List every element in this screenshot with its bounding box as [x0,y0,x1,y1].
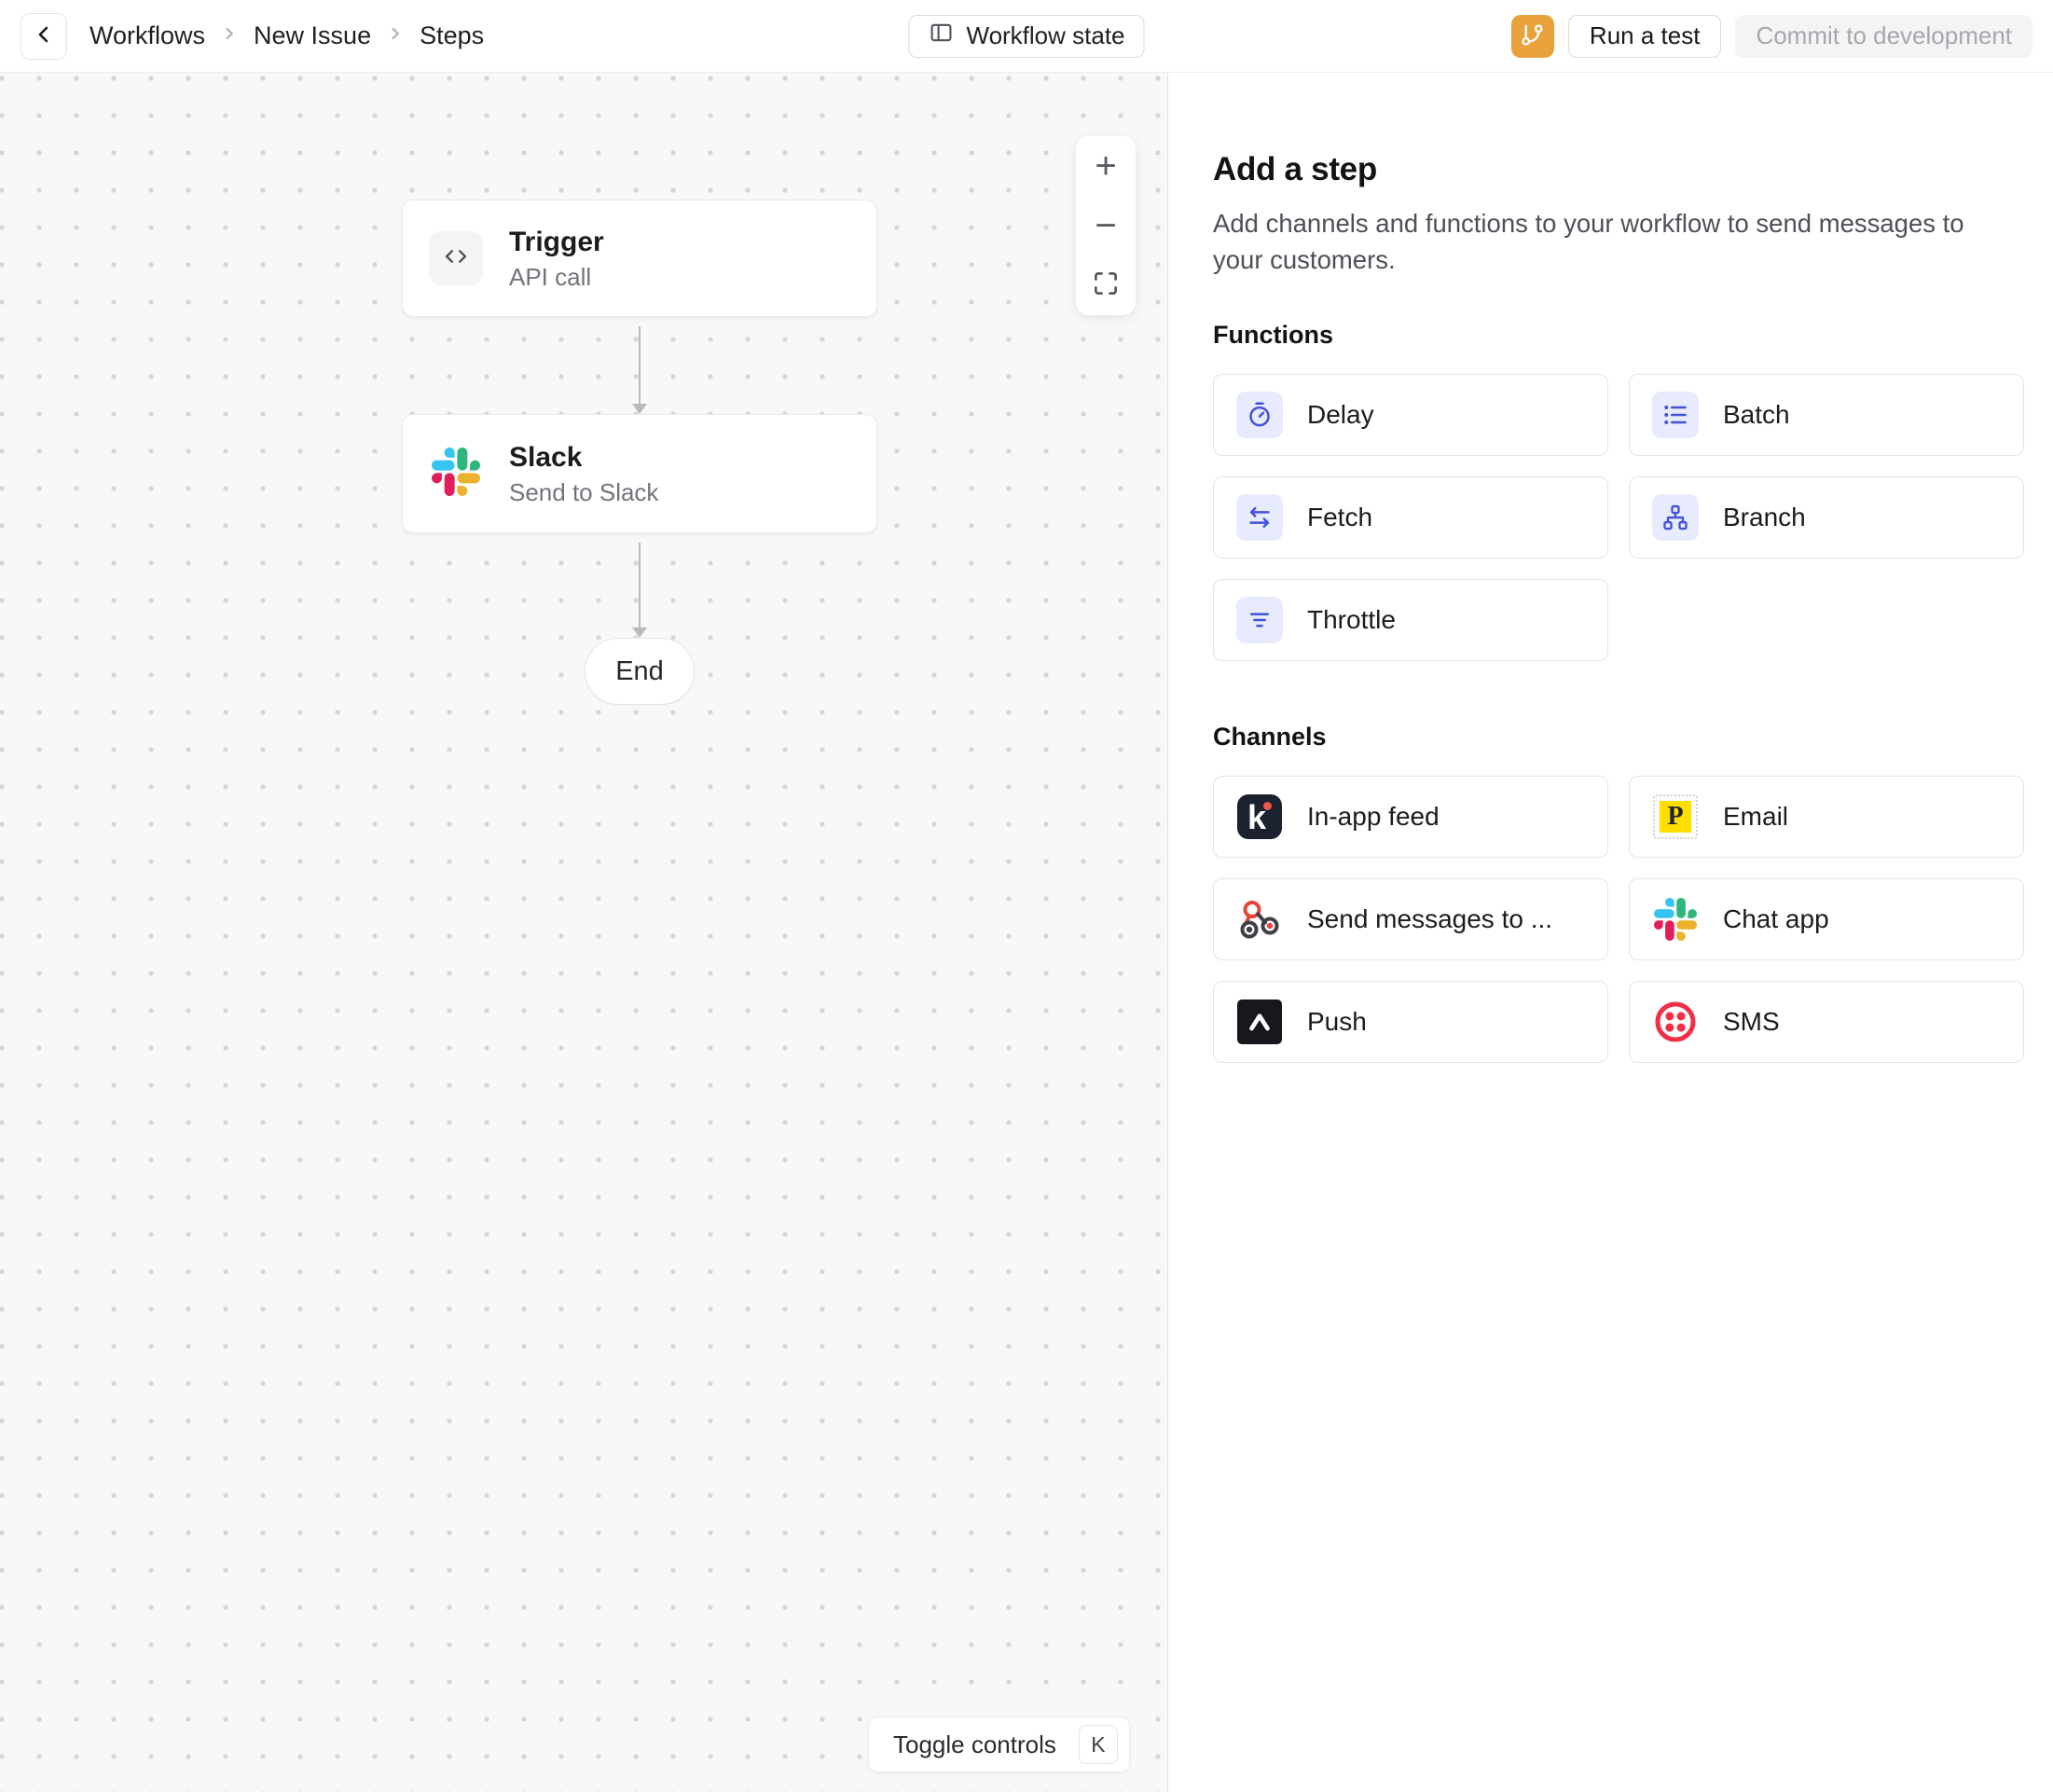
fit-view-button[interactable] [1076,255,1136,315]
breadcrumb-new-issue[interactable]: New Issue [254,21,371,50]
node-subtitle: API call [509,262,604,293]
workflow-state-label: Workflow state [966,21,1124,50]
function-card-delay[interactable]: Delay [1213,374,1608,456]
workflow-canvas[interactable]: Trigger API call Slack Send to Slack End [0,73,1168,1792]
function-card-label: Fetch [1307,503,1372,532]
channel-card-chat-app[interactable]: Chat app [1629,878,2024,960]
commit-to-development-button[interactable]: Commit to development [1735,15,2032,58]
slack-icon [1652,896,1699,943]
channels-heading: Channels [1213,723,2024,751]
channels-grid: k In-app feed P Email Send messages to .… [1213,776,2024,1063]
workflow-state-button[interactable]: Workflow state [908,15,1144,58]
function-card-label: Branch [1723,503,1806,532]
add-step-panel: Add a step Add channels and functions to… [1168,73,2053,1792]
version-control-button[interactable] [1511,15,1554,58]
channel-card-send-messages[interactable]: Send messages to ... [1213,878,1608,960]
function-card-label: Batch [1723,400,1790,430]
node-title: Slack [509,440,658,476]
stopwatch-icon [1236,392,1283,438]
fit-view-icon [1092,267,1120,304]
top-bar-actions: Run a test Commit to development [1511,15,2032,58]
chevron-right-icon [219,21,240,50]
function-card-branch[interactable]: Branch [1629,476,2024,558]
functions-heading: Functions [1213,321,2024,350]
breadcrumb-steps[interactable]: Steps [420,21,484,50]
main-area: Trigger API call Slack Send to Slack End [0,73,2053,1792]
filter-lines-icon [1236,597,1283,643]
panel-description: Add channels and functions to your workf… [1213,205,2001,278]
slack-node-text: Slack Send to Slack [509,440,658,508]
twilio-icon [1652,999,1699,1045]
node-subtitle: Send to Slack [509,477,658,508]
connector-arrow [639,543,641,628]
toggle-controls-label: Toggle controls [893,1730,1056,1759]
function-card-throttle[interactable]: Throttle [1213,579,1608,661]
postmark-icon: P [1652,793,1699,840]
panel-left-icon [928,20,954,52]
end-node: End [585,638,695,705]
zoom-out-button[interactable]: − [1076,196,1136,255]
function-card-label: Throttle [1307,605,1396,635]
channel-card-label: Send messages to ... [1307,904,1552,934]
functions-grid: Delay Batch Fetch [1213,374,2024,661]
workflow-editor: Workflows New Issue Steps Workflow state… [0,0,2053,1792]
slack-step-node[interactable]: Slack Send to Slack [402,414,877,533]
back-button[interactable] [21,13,67,60]
list-icon [1652,392,1699,438]
channel-card-label: SMS [1723,1007,1780,1037]
connector-arrow [639,326,641,405]
panel-title: Add a step [1213,151,2024,188]
hierarchy-icon [1652,494,1699,541]
trigger-node-icon-box [429,231,483,285]
slack-icon [432,448,480,501]
plus-icon: + [1095,147,1116,185]
node-title: Trigger [509,225,604,260]
channel-card-label: Email [1723,802,1788,832]
chevron-right-icon [385,21,406,50]
knock-icon: k [1236,793,1283,840]
git-branch-icon [1520,22,1545,50]
minus-icon: − [1095,207,1116,244]
channel-card-label: Push [1307,1007,1367,1037]
toggle-controls-button[interactable]: Toggle controls K [868,1716,1130,1772]
slack-node-icon-box [429,447,483,501]
trigger-node[interactable]: Trigger API call [402,200,877,317]
run-test-button[interactable]: Run a test [1568,15,1722,58]
zoom-controls: + − [1076,136,1136,315]
function-card-label: Delay [1307,400,1374,430]
swap-arrows-icon [1236,494,1283,541]
channel-card-push[interactable]: Push [1213,981,1608,1063]
channel-card-email[interactable]: P Email [1629,776,2024,858]
function-card-batch[interactable]: Batch [1629,374,2024,456]
chevron-left-icon [31,21,57,50]
top-bar: Workflows New Issue Steps Workflow state… [0,0,2053,73]
zoom-in-button[interactable]: + [1076,136,1136,196]
function-card-fetch[interactable]: Fetch [1213,476,1608,558]
channel-card-label: In-app feed [1307,802,1440,832]
keyboard-shortcut-badge: K [1079,1725,1118,1764]
trigger-node-text: Trigger API call [509,225,604,293]
breadcrumb-workflows[interactable]: Workflows [90,21,205,50]
code-icon [440,241,472,277]
channel-card-sms[interactable]: SMS [1629,981,2024,1063]
channel-card-label: Chat app [1723,904,1829,934]
breadcrumb: Workflows New Issue Steps [90,21,484,50]
webhook-icon [1236,896,1283,943]
expo-icon [1236,999,1283,1045]
channel-card-in-app-feed[interactable]: k In-app feed [1213,776,1608,858]
